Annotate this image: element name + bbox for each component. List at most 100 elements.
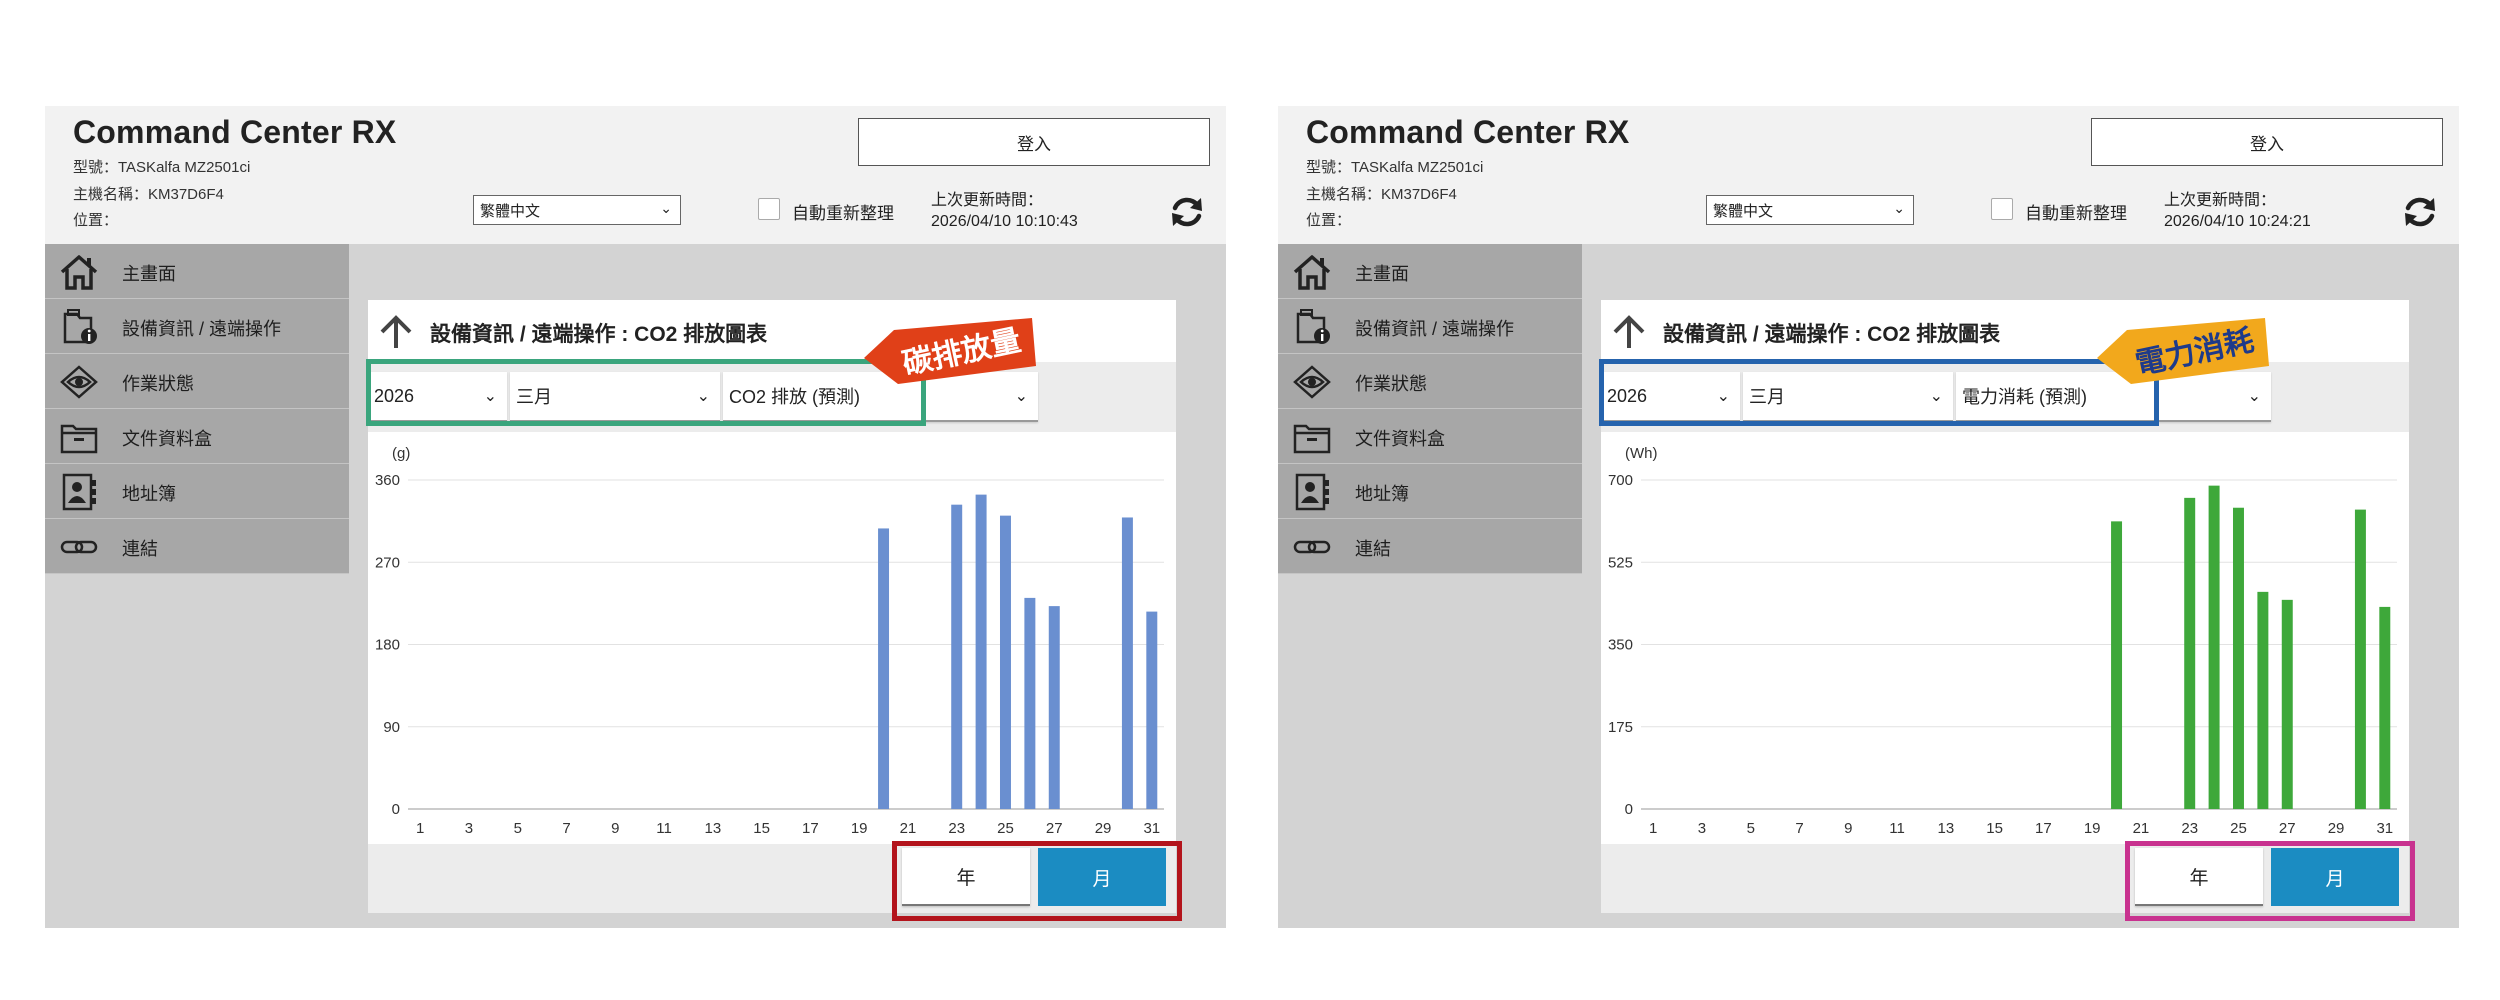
bar-chart: (Wh) 0 175 350 525 700 1 3 5 7 9 11 13 15 17 19 21 23 25 27…: [1601, 432, 2409, 844]
x-tick-label: 5: [514, 820, 522, 837]
address-book-icon: [1295, 473, 1329, 511]
device-info-icon: [63, 309, 97, 344]
command-center-window: Command Center RX 型號：TASKalfa MZ2501ci 主…: [45, 106, 1226, 928]
callout-label: 碳排放量: [864, 318, 1036, 384]
x-tick-label: 21: [2133, 820, 2150, 837]
up-arrow-icon[interactable]: [378, 314, 414, 350]
y-axis-unit-label: (g): [392, 445, 410, 462]
filter-highlight-box: [1599, 359, 2159, 426]
chart-bar-day-30: [2354, 509, 2366, 809]
chart-bar-day-27: [2281, 599, 2293, 809]
auto-refresh-checkbox[interactable]: [758, 198, 780, 220]
x-tick-label: 27: [2279, 820, 2296, 837]
home-icon: [60, 255, 98, 290]
app-title: Command Center RX: [73, 114, 397, 150]
x-tick-label: 3: [465, 820, 473, 837]
sidebar-item-label: 文件資料盒: [122, 429, 212, 449]
x-tick-label: 31: [2376, 820, 2393, 837]
login-button[interactable]: 登入: [2091, 118, 2443, 166]
breadcrumb: 設備資訊 / 遠端操作 : CO2 排放圖表: [368, 300, 1176, 362]
auto-refresh-checkbox[interactable]: [1991, 198, 2013, 220]
language-select[interactable]: 繁體中文 ⌄: [473, 195, 681, 225]
app-title: Command Center RX: [1306, 114, 1630, 150]
link-icon: [1293, 540, 1331, 554]
chart-bar-day-20: [2111, 521, 2123, 809]
x-tick-label: 29: [2328, 820, 2345, 837]
sidebar-item-label: 設備資訊 / 遠端操作: [1355, 319, 1515, 339]
toggle-highlight-box: [2125, 841, 2415, 921]
sidebar-item-home[interactable]: 主畫面: [45, 244, 349, 299]
y-tick-label: 180: [375, 637, 400, 654]
y-tick-label: 0: [1625, 801, 1633, 818]
last-update-label: 上次更新時間：: [2164, 192, 2277, 209]
y-axis-unit-label: (Wh): [1625, 445, 1658, 462]
sidebar-item-label: 地址簿: [122, 484, 176, 504]
sidebar-item-job-status[interactable]: 作業狀態: [1278, 354, 1582, 409]
chart-bar-day-30: [1121, 517, 1133, 809]
last-update-label: 上次更新時間：: [931, 192, 1044, 209]
x-tick-label: 9: [1844, 820, 1852, 837]
x-tick-label: 17: [802, 820, 819, 837]
eye-icon: [1293, 365, 1331, 399]
refresh-icon[interactable]: [2400, 192, 2440, 232]
address-book-icon: [62, 473, 96, 511]
toggle-highlight-box: [892, 841, 1182, 921]
sidebar-item-document-box[interactable]: 文件資料盒: [1278, 409, 1582, 464]
sidebar-item-device-info[interactable]: 設備資訊 / 遠端操作: [45, 299, 349, 354]
up-arrow-icon[interactable]: [1611, 314, 1647, 350]
y-tick-label: 90: [383, 719, 400, 736]
sidebar-item-label: 作業狀態: [122, 374, 194, 394]
chart-bar-day-27: [1048, 606, 1060, 809]
x-tick-label: 19: [851, 820, 868, 837]
sidebar-item-device-info[interactable]: 設備資訊 / 遠端操作: [1278, 299, 1582, 354]
x-tick-label: 13: [704, 820, 721, 837]
chart-bar-day-25: [999, 515, 1011, 809]
sidebar-item-label: 主畫面: [122, 264, 176, 284]
callout-label: 電力消耗: [2097, 318, 2269, 384]
last-update-value: 2026/04/10 10:24:21: [2164, 213, 2311, 230]
language-value: 繁體中文: [1713, 202, 1774, 220]
header: Command Center RX 型號：TASKalfa MZ2501ci 主…: [45, 106, 1226, 244]
login-button[interactable]: 登入: [858, 118, 1210, 166]
auto-refresh-label: 自動重新整理: [792, 204, 894, 223]
sidebar-item-address-book[interactable]: 地址簿: [1278, 464, 1582, 519]
document-box-icon: [1293, 424, 1331, 454]
bar-chart: (g) 0 90 180 270 360 1 3 5 7 9 11 13 15 17 19 21 23 25 27 29…: [368, 432, 1176, 844]
sidebar-item-links[interactable]: 連結: [1278, 519, 1582, 574]
x-tick-label: 1: [416, 820, 424, 837]
x-tick-label: 29: [1095, 820, 1112, 837]
y-tick-label: 175: [1608, 719, 1633, 736]
sidebar-item-label: 地址簿: [1355, 484, 1409, 504]
sidebar-item-home[interactable]: 主畫面: [1278, 244, 1582, 299]
sidebar-item-address-book[interactable]: 地址簿: [45, 464, 349, 519]
device-info-icon: [1296, 309, 1330, 344]
sidebar-item-links[interactable]: 連結: [45, 519, 349, 574]
x-tick-label: 25: [2230, 820, 2247, 837]
y-tick-label: 350: [1608, 637, 1633, 654]
sidebar-item-document-box[interactable]: 文件資料盒: [45, 409, 349, 464]
chevron-down-icon: ⌄: [1893, 200, 1905, 216]
filter-highlight-box: [366, 359, 926, 426]
command-center-window: Command Center RX 型號：TASKalfa MZ2501ci 主…: [1278, 106, 2459, 928]
last-update-value: 2026/04/10 10:10:43: [931, 213, 1078, 230]
x-tick-label: 7: [562, 820, 570, 837]
language-select[interactable]: 繁體中文 ⌄: [1706, 195, 1914, 225]
x-tick-label: 27: [1046, 820, 1063, 837]
sidebar-item-job-status[interactable]: 作業狀態: [45, 354, 349, 409]
chart-svg: (Wh)01753505257001 3 5 7 9 11 13 15 17 19 21 23 25 27…: [1608, 445, 2397, 837]
sidebar-item-label: 作業狀態: [1355, 374, 1427, 394]
chart-bar-day-24: [975, 494, 987, 809]
host-name-info: 主機名稱：KM37D6F4: [73, 186, 224, 203]
x-tick-label: 1: [1649, 820, 1657, 837]
x-tick-label: 7: [1795, 820, 1803, 837]
document-box-icon: [60, 424, 98, 454]
x-tick-label: 17: [2035, 820, 2052, 837]
x-tick-label: 23: [948, 820, 965, 837]
auto-refresh-label: 自動重新整理: [2025, 204, 2127, 223]
chart-bar-day-23: [951, 504, 963, 809]
header: Command Center RX 型號：TASKalfa MZ2501ci 主…: [1278, 106, 2459, 244]
sidebar-item-label: 設備資訊 / 遠端操作: [122, 319, 282, 339]
refresh-icon[interactable]: [1167, 192, 1207, 232]
location-info: 位置：: [73, 212, 119, 229]
x-tick-label: 19: [2084, 820, 2101, 837]
